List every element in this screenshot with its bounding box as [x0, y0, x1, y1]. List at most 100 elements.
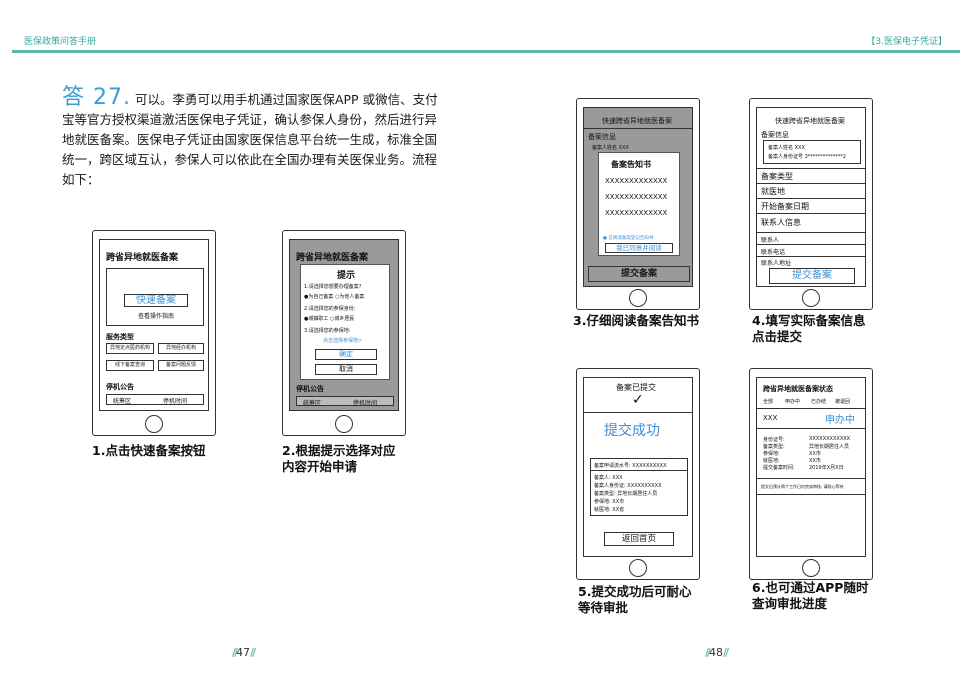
home-button	[629, 289, 647, 307]
s3-info: 备案信息	[588, 133, 616, 141]
s1-guide-link[interactable]: 查看操作指南	[138, 311, 174, 320]
s1-tbl-col-1: 统筹区	[113, 398, 132, 405]
s5-row-treatment-place: 就医地: XX省	[594, 507, 625, 513]
screen-step-6: 跨省异地就医备案状态 全部 申办中 已办结 被退回 XXX 申办中 身份证号: …	[756, 377, 866, 557]
cancel-button[interactable]: 取消	[315, 364, 377, 375]
phone-step-5: 备案已提交 ✓ 提交成功 备案申请流水号: XXXXXXXXXX 备案人: XX…	[576, 368, 700, 580]
caption-step-4-line-1: 4.填写实际备案信息	[752, 313, 866, 328]
tab-processing[interactable]: 申办中	[785, 398, 800, 405]
answer-label: 答 27.	[62, 85, 131, 110]
page-number-left: //47//	[232, 646, 256, 659]
caption-step-5-line-2: 等待审批	[578, 600, 629, 615]
s1-notice-table: 统筹区 停机时间	[106, 394, 204, 405]
caption-step-6: 6.也可通过APP随时 查询审批进度	[752, 580, 868, 612]
s4-contact-phone[interactable]: 联系电话	[761, 247, 785, 256]
s2-select-location-link[interactable]: 点击选择参保地>	[323, 337, 362, 344]
page-number-right-value: 48	[709, 646, 724, 659]
caption-step-5: 5.提交成功后可耐心 等待审批	[578, 584, 691, 616]
caption-step-3: 3.仔细阅读备案告知书	[573, 313, 699, 328]
screen-step-2: 跨省异地就医备案 提示 1.请选择您想要办理备案? ●为自己备案 ○为他人备案 …	[289, 239, 399, 411]
phone-step-6: 跨省异地就医备案状态 全部 申办中 已办结 被退回 XXX 申办中 身份证号: …	[749, 368, 873, 580]
s6-title: 跨省异地就医备案状态	[763, 385, 833, 393]
s2-q3: 3.请选择您的参保地:	[304, 328, 351, 334]
caption-step-2-line-2: 内容开始申请	[282, 459, 358, 474]
s2-tbl-col-2: 停机时间	[353, 400, 378, 407]
caption-step-4-line-2: 点击提交	[752, 329, 803, 344]
phone-step-4: 快速跨省异地就医备案 备案信息 备案人姓名 XXX 备案人身份证号 3*****…	[749, 98, 873, 310]
s1-tbl-col-2: 停机时间	[163, 398, 188, 405]
s6-note: 提交后预计两个工作日内完成审核, 请耐心等待	[761, 484, 844, 489]
home-button	[145, 415, 163, 433]
s6-row-3-value: XX市	[809, 451, 821, 457]
confirm-button[interactable]: 确定	[315, 349, 377, 360]
s6-row-3-label: 参保地:	[763, 451, 780, 457]
s5-success-text: 提交成功	[604, 423, 660, 439]
s3-read-checkbox[interactable]: ● 已阅读备案登记告知书	[603, 235, 653, 241]
caption-step-2: 2.根据提示选择对应 内容开始申请	[282, 443, 395, 475]
back-home-button[interactable]: 返回首页	[604, 532, 674, 546]
s4-contact-address[interactable]: 联系人地址	[761, 258, 791, 267]
phone-step-2: 跨省异地就医备案 提示 1.请选择您想要办理备案? ●为自己备案 ○为他人备案 …	[282, 230, 406, 436]
s3-notice-dialog: 备案告知书 XXXXXXXXXXXXX XXXXXXXXXXXXX XXXXXX…	[598, 152, 680, 256]
s3-line-3: XXXXXXXXXXXXX	[605, 209, 668, 217]
submit-filing-button[interactable]: 提交备案	[769, 268, 855, 284]
s3-line-1: XXXXXXXXXXXXX	[605, 177, 668, 185]
tab-all[interactable]: 全部	[763, 398, 773, 405]
phone-step-3: 快速跨省异地就医备案 备案信息 备案人姓名 XXX 备案告知书 XXXXXXXX…	[576, 98, 700, 310]
s4-id-row: 备案人身份证号 3**************2	[768, 154, 846, 160]
s2-bg-title: 跨省异地就医备案	[296, 253, 369, 263]
s3-submit-button[interactable]: 提交备案	[588, 266, 690, 282]
s4-info: 备案信息	[761, 131, 789, 139]
screen-step-1: 跨省异地就医备案 快速备案 查看操作指南 服务类型 异地定点医药机构 异地经办机…	[99, 239, 209, 411]
home-button	[335, 415, 353, 433]
s4-name-row: 备案人姓名 XXX	[768, 145, 805, 151]
s1-grid-item-1[interactable]: 异地定点医药机构	[106, 343, 154, 354]
s6-row-5-label: 提交备案时间:	[763, 465, 795, 471]
s3-title: 快速跨省异地就医备案	[602, 117, 672, 125]
s6-row-2-label: 备案类型:	[763, 444, 785, 450]
s2-notice-table: 统筹区 停机时间	[296, 396, 394, 407]
s2-q1-options[interactable]: ●为自己备案 ○为他人备案	[304, 293, 364, 300]
page-number-left-value: 47	[236, 646, 251, 659]
agree-button[interactable]: 我已同意并阅读	[605, 243, 673, 253]
tab-completed[interactable]: 已办结	[811, 398, 826, 405]
s6-applicant-name: XXX	[763, 414, 778, 422]
s3-line-2: XXXXXXXXXXXXX	[605, 193, 668, 201]
s6-row-5-value: 2019年X月X日	[809, 465, 844, 471]
s2-q2-options[interactable]: ●城镇职工 ○城乡居民	[304, 315, 354, 322]
s4-title: 快速跨省异地就医备案	[775, 117, 845, 125]
s4-field-start-date[interactable]: 开始备案日期	[761, 201, 809, 212]
quick-filing-button[interactable]: 快速备案	[124, 294, 188, 307]
s4-field-location[interactable]: 就医地	[761, 186, 785, 197]
s3-dialog-title: 备案告知书	[611, 160, 651, 169]
tab-returned[interactable]: 被退回	[835, 398, 850, 405]
s4-field-contact-info: 联系人信息	[761, 218, 801, 227]
check-icon: ✓	[632, 392, 644, 408]
s4-field-type[interactable]: 备案类型	[761, 171, 793, 182]
s6-status-badge: 申办中	[825, 415, 855, 426]
s1-grid-item-3[interactable]: 线下备案查询	[106, 360, 154, 371]
s4-info-box: 备案人姓名 XXX 备案人身份证号 3**************2	[763, 140, 861, 164]
s2-q2: 2.请选择您的参保身份:	[304, 306, 356, 312]
s4-contact-name[interactable]: 联系人	[761, 235, 779, 244]
s3-name-row: 备案人姓名 XXX	[592, 145, 629, 151]
s2-q1: 1.请选择您想要办理备案?	[304, 284, 362, 290]
s5-row-person: 备案人: XXX	[594, 475, 623, 481]
s1-grid-item-4[interactable]: 备案问题反馈	[158, 360, 204, 371]
caption-step-4: 4.填写实际备案信息 点击提交	[752, 313, 865, 345]
s6-row-4-label: 就医地:	[763, 458, 780, 464]
s5-row-type: 备案类型: 异地长期居住人员	[594, 491, 658, 497]
answer-paragraph: 答 27. 可以。李勇可以用手机通过国家医保APP 或微信、支付宝等官方授权渠道…	[62, 85, 442, 190]
header-divider	[12, 50, 960, 53]
s1-service-type: 服务类型	[106, 333, 134, 341]
caption-step-6-line-1: 6.也可通过APP随时	[752, 580, 869, 595]
page-number-right: //48//	[705, 646, 729, 659]
s6-row-1-label: 身份证号:	[763, 437, 785, 443]
s6-row-2-value: 异地长期居住人员	[809, 444, 850, 450]
s1-grid-item-2[interactable]: 异地经办机构	[158, 343, 204, 354]
s6-row-4-value: XX市	[809, 458, 821, 464]
caption-step-6-line-2: 查询审批进度	[752, 596, 828, 611]
header-manual-title: 医保政策问答手册	[24, 37, 97, 47]
s2-tbl-col-1: 统筹区	[303, 400, 322, 407]
s5-row-id: 备案人身份证: XXXXXXXXXX	[594, 483, 662, 489]
